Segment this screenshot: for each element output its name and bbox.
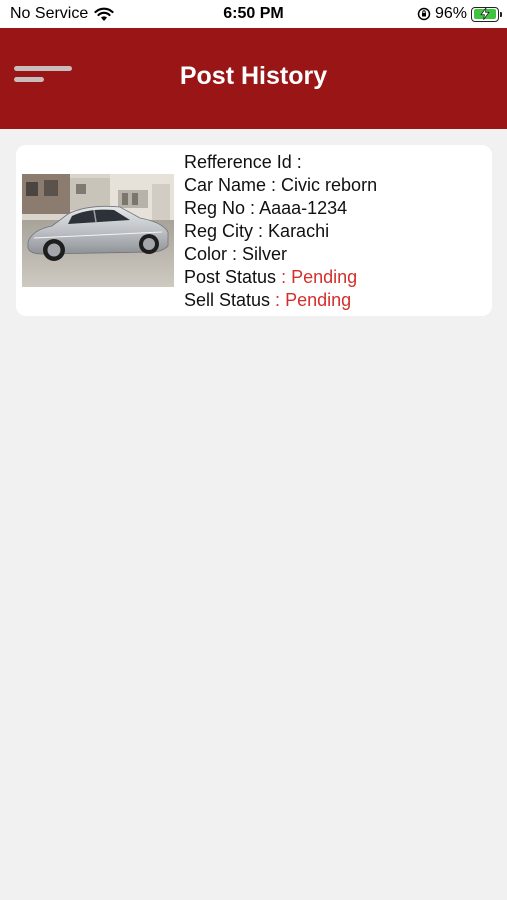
app-header: Post History [0,28,507,129]
battery-percent: 96% [434,5,467,22]
orientation-lock-icon [417,7,431,21]
reg-no-label: Reg No : [184,198,256,218]
page-title: Post History [179,62,328,90]
status-right: 96% [417,5,502,23]
reg-city-label: Reg City : [184,221,264,241]
reg-no-row: Reg No : Aaaa-1234 [184,197,377,220]
sell-status-value: Pending [285,290,352,310]
reg-city-row: Reg City : Karachi [184,220,377,243]
reference-id-row: Refference Id : [184,151,377,174]
car-image [22,174,174,287]
reference-id-label: Refference Id : [184,152,302,172]
status-bar: No Service 6:50 PM 96% [0,0,507,28]
battery-icon [471,6,502,22]
sell-status-row: Sell Status : Pending [184,289,377,312]
post-details: Refference Id : Car Name : Civic reborn … [184,151,377,312]
reg-no-value: Aaaa-1234 [259,198,348,218]
post-card[interactable]: Refference Id : Car Name : Civic reborn … [16,145,492,316]
post-status-label: Post Status [184,267,277,287]
post-status-row: Post Status : Pending [184,266,377,289]
post-status-separator: : [276,267,292,287]
sell-status-label: Sell Status [184,290,271,310]
car-name-value: Civic reborn [281,175,378,195]
car-name-label: Car Name : [184,175,277,195]
battery-fill [473,7,496,20]
sell-status-separator: : [270,290,286,310]
color-label: Color : [184,244,238,264]
car-photo [22,174,174,287]
charging-bolt-icon [480,7,490,20]
post-status-value: Pending [291,267,358,287]
reg-city-value: Karachi [268,221,330,241]
color-row: Color : Silver [184,243,377,266]
color-value: Silver [242,244,288,264]
car-name-row: Car Name : Civic reborn [184,174,377,197]
